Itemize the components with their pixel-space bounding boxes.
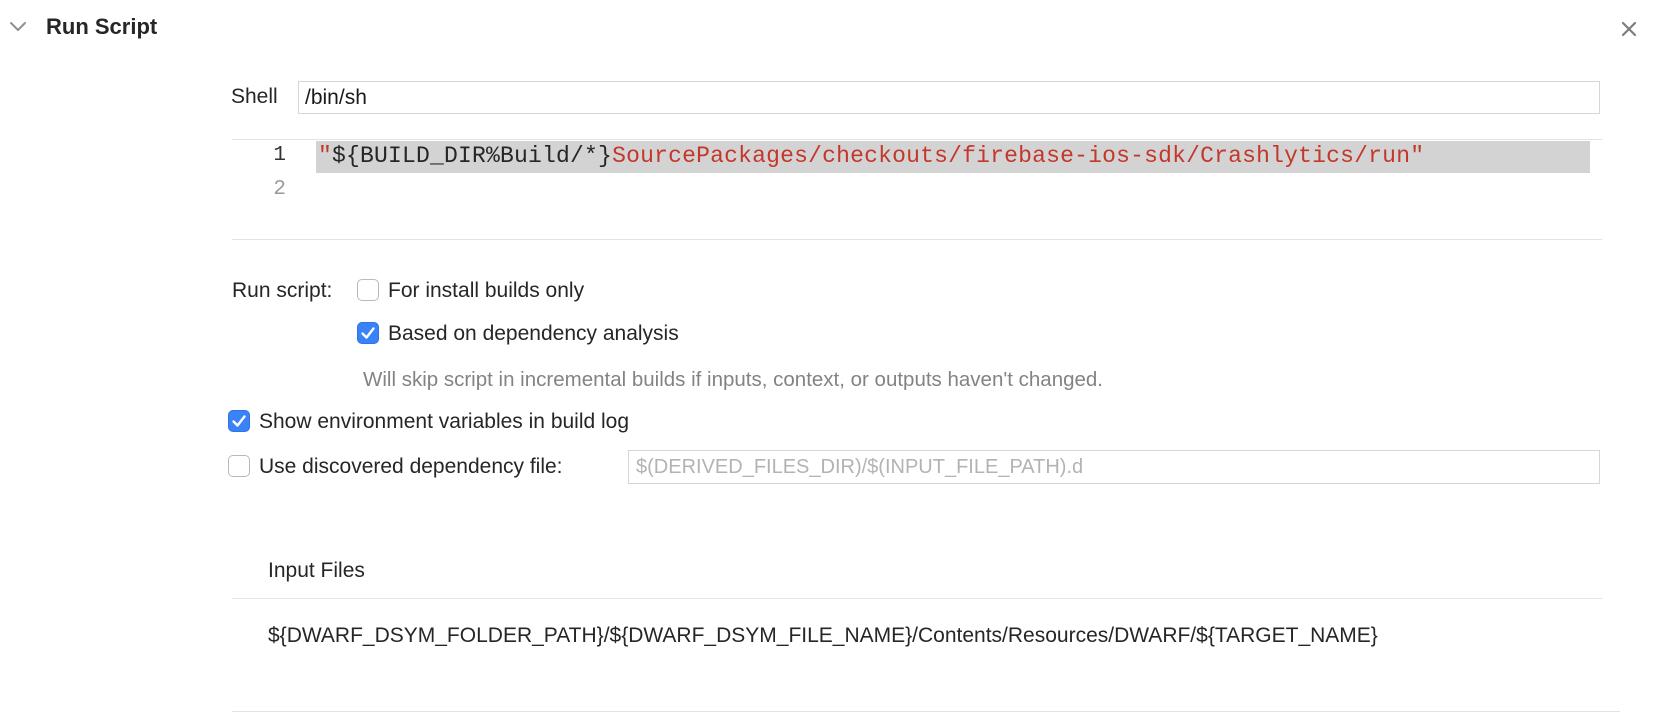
input-files-header: Input Files: [268, 559, 365, 582]
show-env-label: Show environment variables in build log: [259, 410, 630, 433]
divider: [232, 711, 1620, 712]
script-line-1[interactable]: "${BUILD_DIR%Build/*}SourcePackages/chec…: [318, 143, 1424, 169]
close-icon[interactable]: [1618, 18, 1640, 40]
dependency-file-label: Use discovered dependency file:: [259, 455, 563, 478]
dependency-analysis-checkbox[interactable]: [357, 322, 379, 344]
shell-input[interactable]: /bin/sh: [298, 81, 1600, 114]
line-number: 2: [273, 178, 286, 201]
string-token: SourcePackages/checkouts/firebase-ios-sd…: [612, 143, 1425, 169]
variable-token: ${BUILD_DIR%Build/*}: [332, 143, 613, 169]
line-number: 1: [273, 144, 286, 167]
dependency-analysis-label: Based on dependency analysis: [388, 322, 679, 345]
dependency-analysis-hint: Will skip script in incremental builds i…: [363, 368, 1104, 391]
dependency-file-input[interactable]: [628, 450, 1600, 484]
shell-label: Shell: [231, 85, 278, 108]
dependency-file-checkbox[interactable]: [228, 455, 250, 477]
checkmark-icon: [361, 327, 375, 339]
string-token: ": [318, 143, 333, 169]
panel-title: Run Script: [46, 14, 158, 39]
divider: [232, 598, 1602, 599]
install-builds-checkbox[interactable]: [357, 279, 379, 301]
show-env-checkbox[interactable]: [228, 410, 250, 432]
chevron-down-icon[interactable]: [8, 17, 28, 37]
checkmark-icon: [232, 415, 246, 427]
input-file-item[interactable]: ${DWARF_DSYM_FOLDER_PATH}/${DWARF_DSYM_F…: [268, 624, 1378, 648]
run-script-label: Run script:: [232, 279, 333, 302]
install-builds-label: For install builds only: [388, 279, 585, 302]
